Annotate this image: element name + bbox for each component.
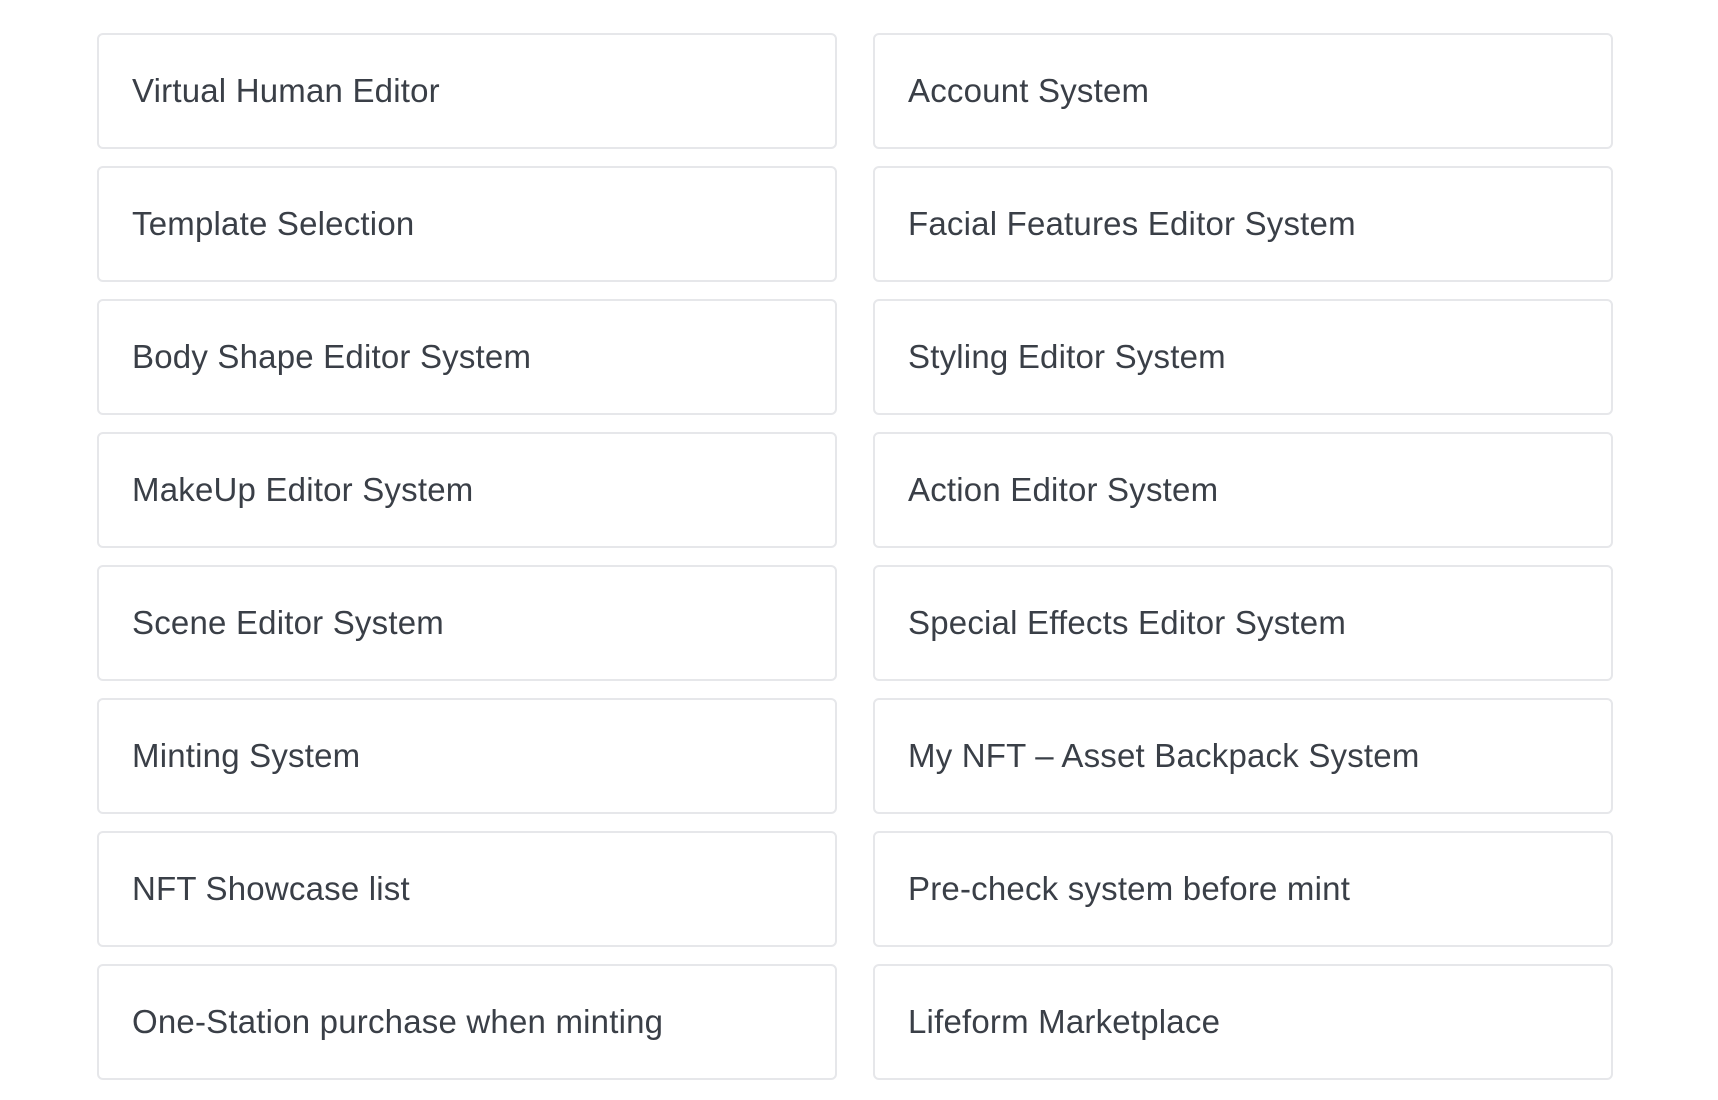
feature-card-nft-showcase-list[interactable]: NFT Showcase list xyxy=(97,831,837,947)
feature-card-lifeform-marketplace[interactable]: Lifeform Marketplace xyxy=(873,964,1613,1080)
feature-card-virtual-human-editor[interactable]: Virtual Human Editor xyxy=(97,33,837,149)
feature-card-label: MakeUp Editor System xyxy=(132,471,474,508)
feature-card-action-editor-system[interactable]: Action Editor System xyxy=(873,432,1613,548)
feature-card-label: Scene Editor System xyxy=(132,604,444,641)
feature-card-minting-system[interactable]: Minting System xyxy=(97,698,837,814)
feature-card-account-system[interactable]: Account System xyxy=(873,33,1613,149)
feature-card-label: One-Station purchase when minting xyxy=(132,1003,664,1040)
feature-card-special-effects-editor-system[interactable]: Special Effects Editor System xyxy=(873,565,1613,681)
feature-card-label: Template Selection xyxy=(132,205,415,242)
feature-card-pre-check-system-before-mint[interactable]: Pre-check system before mint xyxy=(873,831,1613,947)
feature-card-label: Action Editor System xyxy=(908,471,1219,508)
feature-card-label: Pre-check system before mint xyxy=(908,870,1351,907)
feature-card-template-selection[interactable]: Template Selection xyxy=(97,166,837,282)
feature-card-scene-editor-system[interactable]: Scene Editor System xyxy=(97,565,837,681)
feature-card-one-station-purchase-when-minting[interactable]: One-Station purchase when minting xyxy=(97,964,837,1080)
feature-card-label: Account System xyxy=(908,72,1150,109)
feature-card-label: Virtual Human Editor xyxy=(132,72,440,109)
feature-card-makeup-editor-system[interactable]: MakeUp Editor System xyxy=(97,432,837,548)
feature-card-body-shape-editor-system[interactable]: Body Shape Editor System xyxy=(97,299,837,415)
feature-card-label: Body Shape Editor System xyxy=(132,338,532,375)
feature-grid: Virtual Human Editor Account System Temp… xyxy=(97,33,1613,1080)
feature-card-label: NFT Showcase list xyxy=(132,870,410,907)
feature-card-label: My NFT – Asset Backpack System xyxy=(908,737,1420,774)
feature-card-styling-editor-system[interactable]: Styling Editor System xyxy=(873,299,1613,415)
feature-card-label: Minting System xyxy=(132,737,361,774)
feature-card-label: Lifeform Marketplace xyxy=(908,1003,1221,1040)
feature-card-label: Styling Editor System xyxy=(908,338,1226,375)
feature-card-label: Special Effects Editor System xyxy=(908,604,1347,641)
feature-card-facial-features-editor-system[interactable]: Facial Features Editor System xyxy=(873,166,1613,282)
feature-card-my-nft-asset-backpack-system[interactable]: My NFT – Asset Backpack System xyxy=(873,698,1613,814)
feature-card-label: Facial Features Editor System xyxy=(908,205,1356,242)
